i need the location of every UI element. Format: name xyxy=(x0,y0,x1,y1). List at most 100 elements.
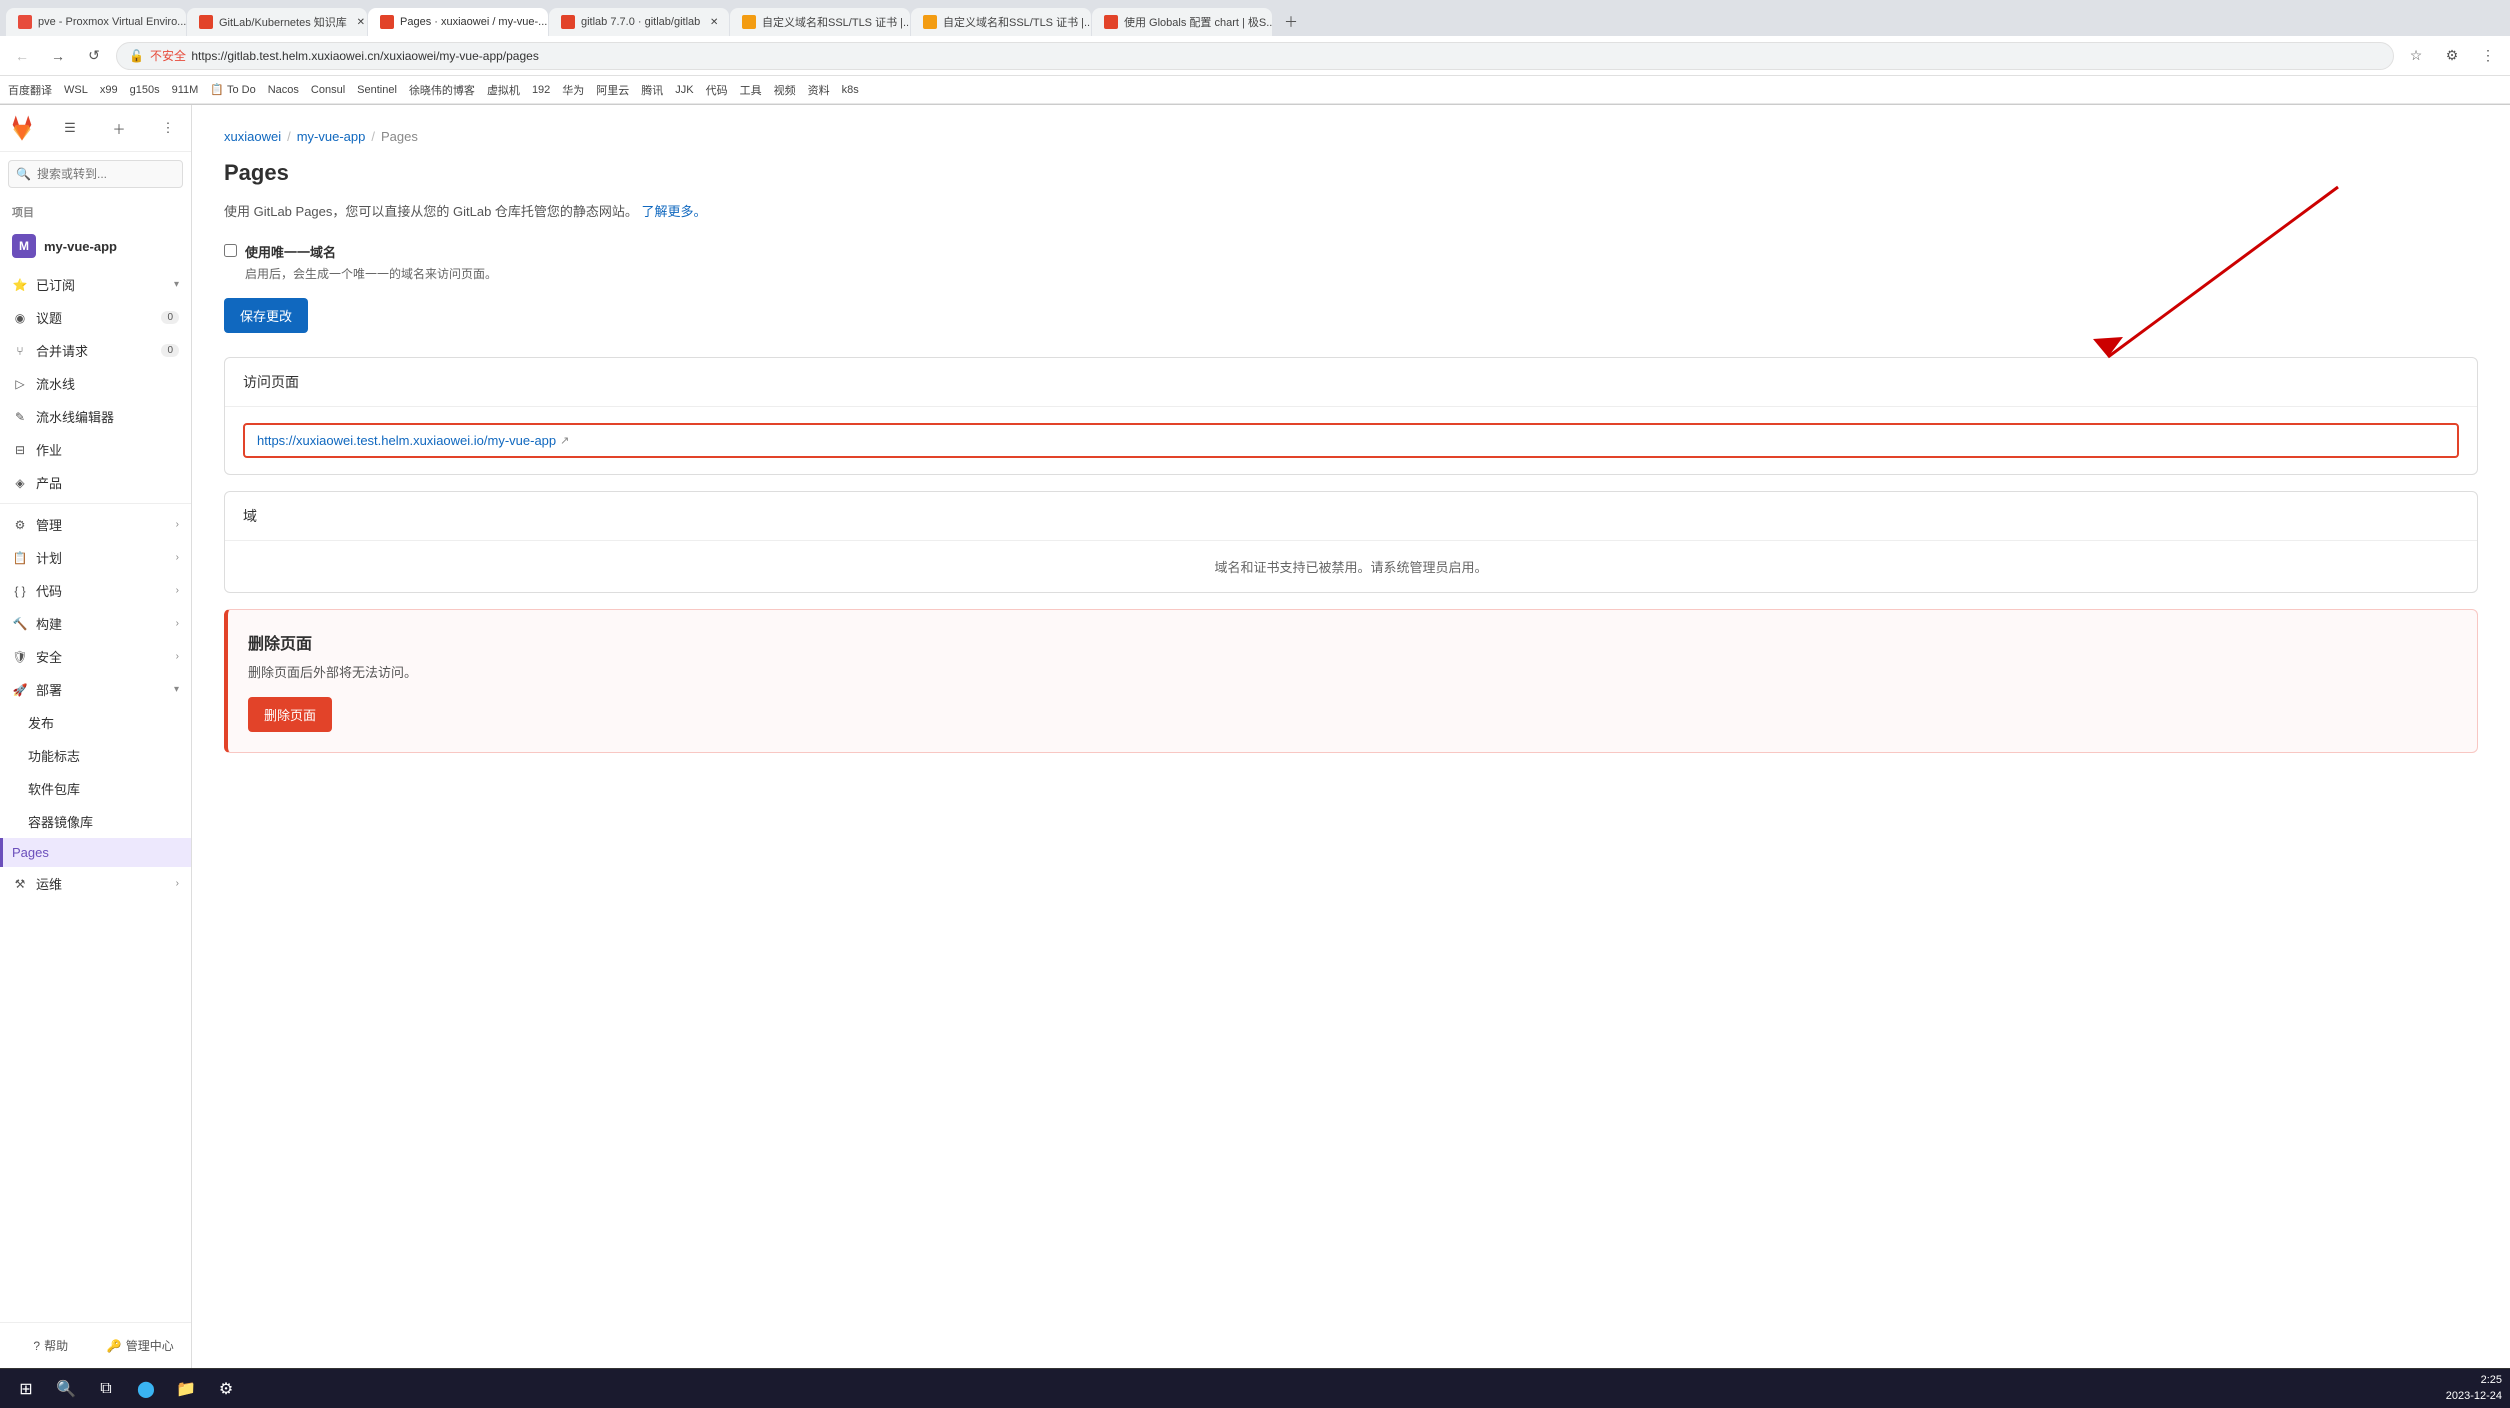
bookmark-blog[interactable]: 徐晓伟的博客 xyxy=(409,82,475,98)
bookmark-911m[interactable]: 911M xyxy=(172,84,199,96)
extensions-button[interactable]: ⚙ xyxy=(2438,42,2466,70)
sidebar-item-merge-requests[interactable]: ⑂ 合并请求 0 xyxy=(0,334,191,367)
bookmark-g150s[interactable]: g150s xyxy=(130,84,160,96)
edge-button[interactable]: ⬤ xyxy=(128,1371,164,1407)
bookmark-star[interactable]: ☆ xyxy=(2402,42,2430,70)
sidebar-item-deploy[interactable]: 🚀 部署 ▾ xyxy=(0,673,191,706)
project-name: my-vue-app xyxy=(44,239,117,254)
task-view-button[interactable]: ⧉ xyxy=(88,1371,124,1407)
sidebar-item-build[interactable]: 🔨 构建 › xyxy=(0,607,191,640)
danger-section: 删除页面 删除页面后外部将无法访问。 删除页面 xyxy=(224,609,2478,753)
browser-chrome: pve - Proxmox Virtual Enviro... ✕ GitLab… xyxy=(0,0,2510,105)
manage-chevron: › xyxy=(176,519,179,530)
visit-url-link[interactable]: https://xuxiaowei.test.helm.xuxiaowei.io… xyxy=(257,433,556,448)
unique-domain-text: 使用唯一一域名 启用后，会生成一个唯一一的域名来访问页面。 xyxy=(245,242,497,282)
search-input[interactable] xyxy=(8,160,183,188)
sidebar-collapse-button[interactable]: ☰ xyxy=(55,113,85,143)
bookmark-consul[interactable]: Consul xyxy=(311,84,345,96)
bookmark-x99[interactable]: x99 xyxy=(100,84,118,96)
dots-menu-button[interactable]: ⋮ xyxy=(153,113,183,143)
visit-page-card-body: https://xuxiaowei.test.helm.xuxiaowei.io… xyxy=(225,407,2477,474)
page-description: 使用 GitLab Pages，您可以直接从您的 GitLab 仓库托管您的静态… xyxy=(224,202,2478,222)
gitlab-kb-favicon xyxy=(199,15,213,29)
feature-flags-label: 功能标志 xyxy=(28,746,179,765)
bookmark-video[interactable]: 视频 xyxy=(774,82,796,98)
new-item-button[interactable]: ＋ xyxy=(104,113,134,143)
bookmark-vm[interactable]: 虚拟机 xyxy=(487,82,520,98)
sidebar-item-ops[interactable]: ⚒ 运维 › xyxy=(0,867,191,900)
admin-center-button[interactable]: 🔑 管理中心 xyxy=(98,1331,184,1360)
sidebar-item-plan[interactable]: 📋 计划 › xyxy=(0,541,191,574)
sidebar-item-pipeline-editor[interactable]: ✎ 流水线编辑器 xyxy=(0,400,191,433)
tab-pages-label: Pages · xuxiaowei / my-vue-... xyxy=(400,16,547,28)
unique-domain-row: 使用唯一一域名 启用后，会生成一个唯一一的域名来访问页面。 xyxy=(224,242,2478,282)
bookmark-jjk[interactable]: JJK xyxy=(675,84,693,96)
tab-gitlab-kb[interactable]: GitLab/Kubernetes 知识库 ✕ xyxy=(187,8,367,36)
sidebar-item-code[interactable]: { } 代码 › xyxy=(0,574,191,607)
forward-button[interactable]: → xyxy=(44,42,72,70)
breadcrumb-my-vue-app[interactable]: my-vue-app xyxy=(297,129,366,144)
menu-button[interactable]: ⋮ xyxy=(2474,42,2502,70)
breadcrumb-xuxiaowei[interactable]: xuxiaowei xyxy=(224,129,281,144)
plan-label: 计划 xyxy=(36,548,168,567)
taskbar-time: 2:25 2023-12-24 xyxy=(2446,1373,2502,1404)
ops-label: 运维 xyxy=(36,874,168,893)
tab-globals[interactable]: 使用 Globals 配置 chart | 极S... ✕ xyxy=(1092,8,1272,36)
sidebar-item-manage[interactable]: ⚙ 管理 › xyxy=(0,508,191,541)
unique-domain-checkbox[interactable] xyxy=(224,244,237,257)
help-button[interactable]: ? 帮助 xyxy=(8,1331,94,1360)
tab-pve[interactable]: pve - Proxmox Virtual Enviro... ✕ xyxy=(6,8,186,36)
bookmark-nacos[interactable]: Nacos xyxy=(268,84,299,96)
bookmark-huawei[interactable]: 华为 xyxy=(562,82,584,98)
pipeline-editor-icon: ✎ xyxy=(12,409,28,425)
bookmark-baidu[interactable]: 百度翻译 xyxy=(8,82,52,98)
bookmark-todo[interactable]: 📋 To Do xyxy=(210,83,255,96)
bookmark-sentinel[interactable]: Sentinel xyxy=(357,84,397,96)
sidebar-item-releases[interactable]: 发布 xyxy=(0,706,191,739)
tab-pages[interactable]: Pages · xuxiaowei / my-vue-... ✕ xyxy=(368,8,548,36)
bookmark-tencent[interactable]: 腾讯 xyxy=(641,82,663,98)
tab-custom2[interactable]: 自定义域名和SSL/TLS 证书 |... ✕ xyxy=(911,8,1091,36)
globals-favicon xyxy=(1104,15,1118,29)
learn-more-link[interactable]: 了解更多。 xyxy=(642,204,707,219)
save-button[interactable]: 保存更改 xyxy=(224,298,308,333)
bookmark-192[interactable]: 192 xyxy=(532,84,550,96)
tab-gitlab-kb-close[interactable]: ✕ xyxy=(353,14,367,30)
explorer-button[interactable]: 📁 xyxy=(168,1371,204,1407)
sidebar-item-pipelines[interactable]: ▷ 流水线 xyxy=(0,367,191,400)
back-button[interactable]: ← xyxy=(8,42,36,70)
sidebar-project-header[interactable]: M my-vue-app xyxy=(0,224,191,268)
sidebar-item-container-registry[interactable]: 容器镜像库 xyxy=(0,805,191,838)
sidebar-item-pages[interactable]: Pages xyxy=(0,838,191,867)
start-button[interactable]: ⊞ xyxy=(8,1371,44,1407)
settings-button[interactable]: ⚙ xyxy=(208,1371,244,1407)
breadcrumb: xuxiaowei / my-vue-app / Pages xyxy=(224,129,2478,144)
bookmark-tools[interactable]: 工具 xyxy=(740,82,762,98)
delete-pages-button[interactable]: 删除页面 xyxy=(248,697,332,732)
tab-gitlab-close[interactable]: ✕ xyxy=(706,14,722,30)
tab-custom1[interactable]: 自定义域名和SSL/TLS 证书 |... ✕ xyxy=(730,8,910,36)
bookmark-wsl[interactable]: WSL xyxy=(64,84,88,96)
sidebar-item-jobs[interactable]: ⊟ 作业 xyxy=(0,433,191,466)
bookmark-k8s[interactable]: k8s xyxy=(842,84,859,96)
packages-label: 软件包库 xyxy=(28,779,179,798)
search-taskbar-button[interactable]: 🔍 xyxy=(48,1371,84,1407)
pipelines-icon: ▷ xyxy=(12,376,28,392)
address-bar[interactable]: 🔓 不安全 https://gitlab.test.helm.xuxiaowei… xyxy=(116,42,2394,70)
sidebar-item-security[interactable]: 🛡 安全 › xyxy=(0,640,191,673)
sidebar-item-products[interactable]: ◈ 产品 xyxy=(0,466,191,499)
sidebar-item-issues[interactable]: ◉ 议题 0 xyxy=(0,301,191,334)
merge-requests-icon: ⑂ xyxy=(12,343,28,359)
tab-gitlab[interactable]: gitlab 7.7.0 · gitlab/gitlab ✕ xyxy=(549,8,729,36)
bookmark-aliyun[interactable]: 阿里云 xyxy=(596,82,629,98)
sidebar-item-feature-flags[interactable]: 功能标志 xyxy=(0,739,191,772)
bookmark-docs[interactable]: 资料 xyxy=(808,82,830,98)
bookmark-code[interactable]: 代码 xyxy=(706,82,728,98)
bookmarks-bar: 百度翻译 WSL x99 g150s 911M 📋 To Do Nacos Co… xyxy=(0,76,2510,104)
sidebar-item-packages[interactable]: 软件包库 xyxy=(0,772,191,805)
refresh-button[interactable]: ↺ xyxy=(80,42,108,70)
pages-sidebar-label: Pages xyxy=(12,845,179,860)
new-tab-button[interactable]: ＋ xyxy=(1277,8,1305,36)
security-icon: 🔓 xyxy=(129,49,144,63)
sidebar-item-subscribed[interactable]: ⭐ 已订阅 ▾ xyxy=(0,268,191,301)
